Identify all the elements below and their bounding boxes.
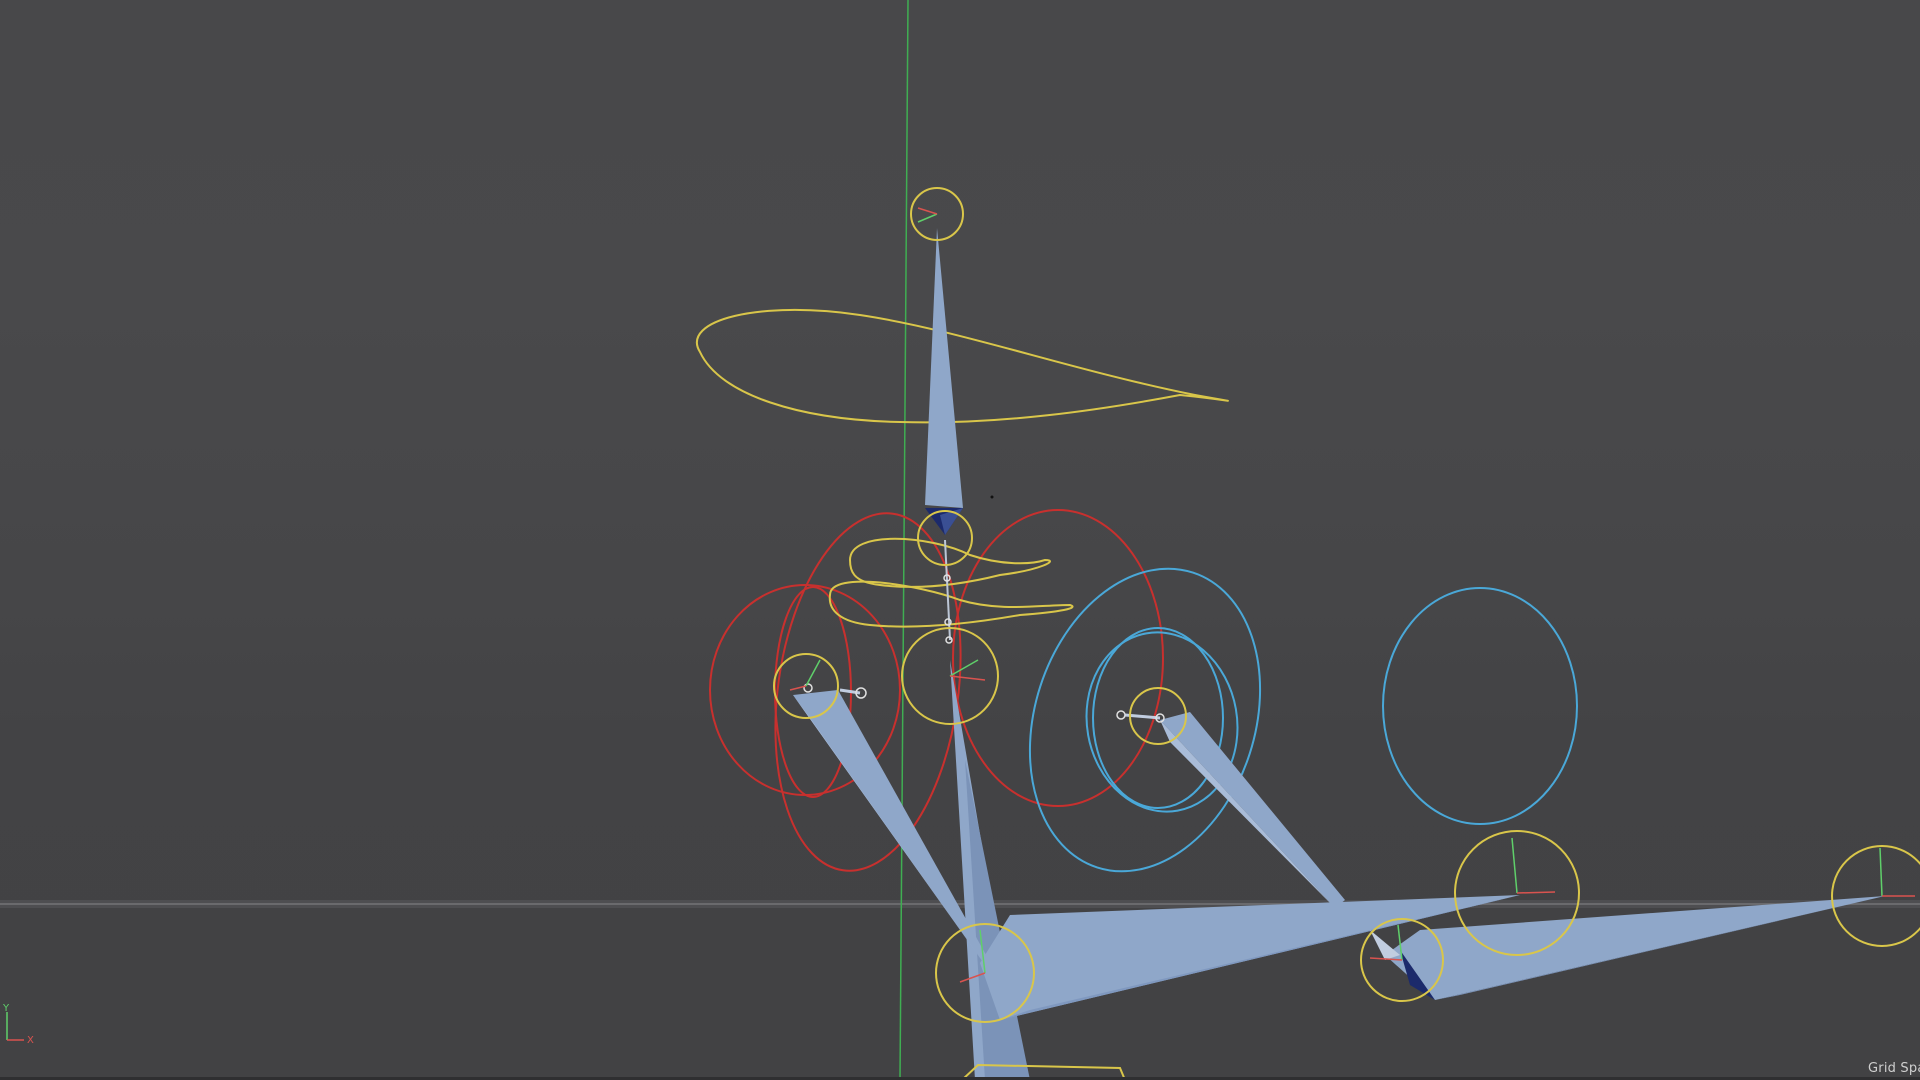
- rig-scene[interactable]: [0, 0, 1920, 1080]
- right-foot-ik-ring[interactable]: [1382, 587, 1578, 825]
- right-foot-bone[interactable]: [1385, 896, 1885, 1000]
- chest-controller-loop[interactable]: [696, 309, 1229, 424]
- right-knee-connector: [1370, 930, 1400, 960]
- joint-axis-gizmos: [789, 207, 1915, 983]
- torso-controllers[interactable]: [696, 309, 1229, 628]
- axis-gizmo-icon: [6, 1012, 24, 1041]
- spine-controller-loop-lower[interactable]: [828, 580, 1074, 628]
- grid-spacing-label: Grid Spa: [1868, 1061, 1920, 1076]
- axis-y-label: Y: [3, 1003, 10, 1014]
- cursor-dot: [990, 495, 994, 499]
- left-knee-fk-ring[interactable]: [774, 586, 852, 798]
- 3d-viewport[interactable]: Y X Grid Spa: [0, 0, 1920, 1080]
- axis-x-label: X: [27, 1035, 34, 1046]
- pelvis-fk-ring-right[interactable]: [952, 509, 1164, 807]
- skeleton-bones[interactable]: [793, 228, 1885, 1080]
- left-hip-node: [803, 683, 813, 693]
- joint-controllers[interactable]: [773, 187, 1920, 1080]
- joint-nodes: [803, 574, 1165, 723]
- neck-bone[interactable]: [925, 228, 963, 508]
- left-hip-fk-ring[interactable]: [754, 501, 982, 883]
- right-hip-fk-ring[interactable]: [992, 539, 1297, 902]
- right-hip-node: [1116, 710, 1126, 720]
